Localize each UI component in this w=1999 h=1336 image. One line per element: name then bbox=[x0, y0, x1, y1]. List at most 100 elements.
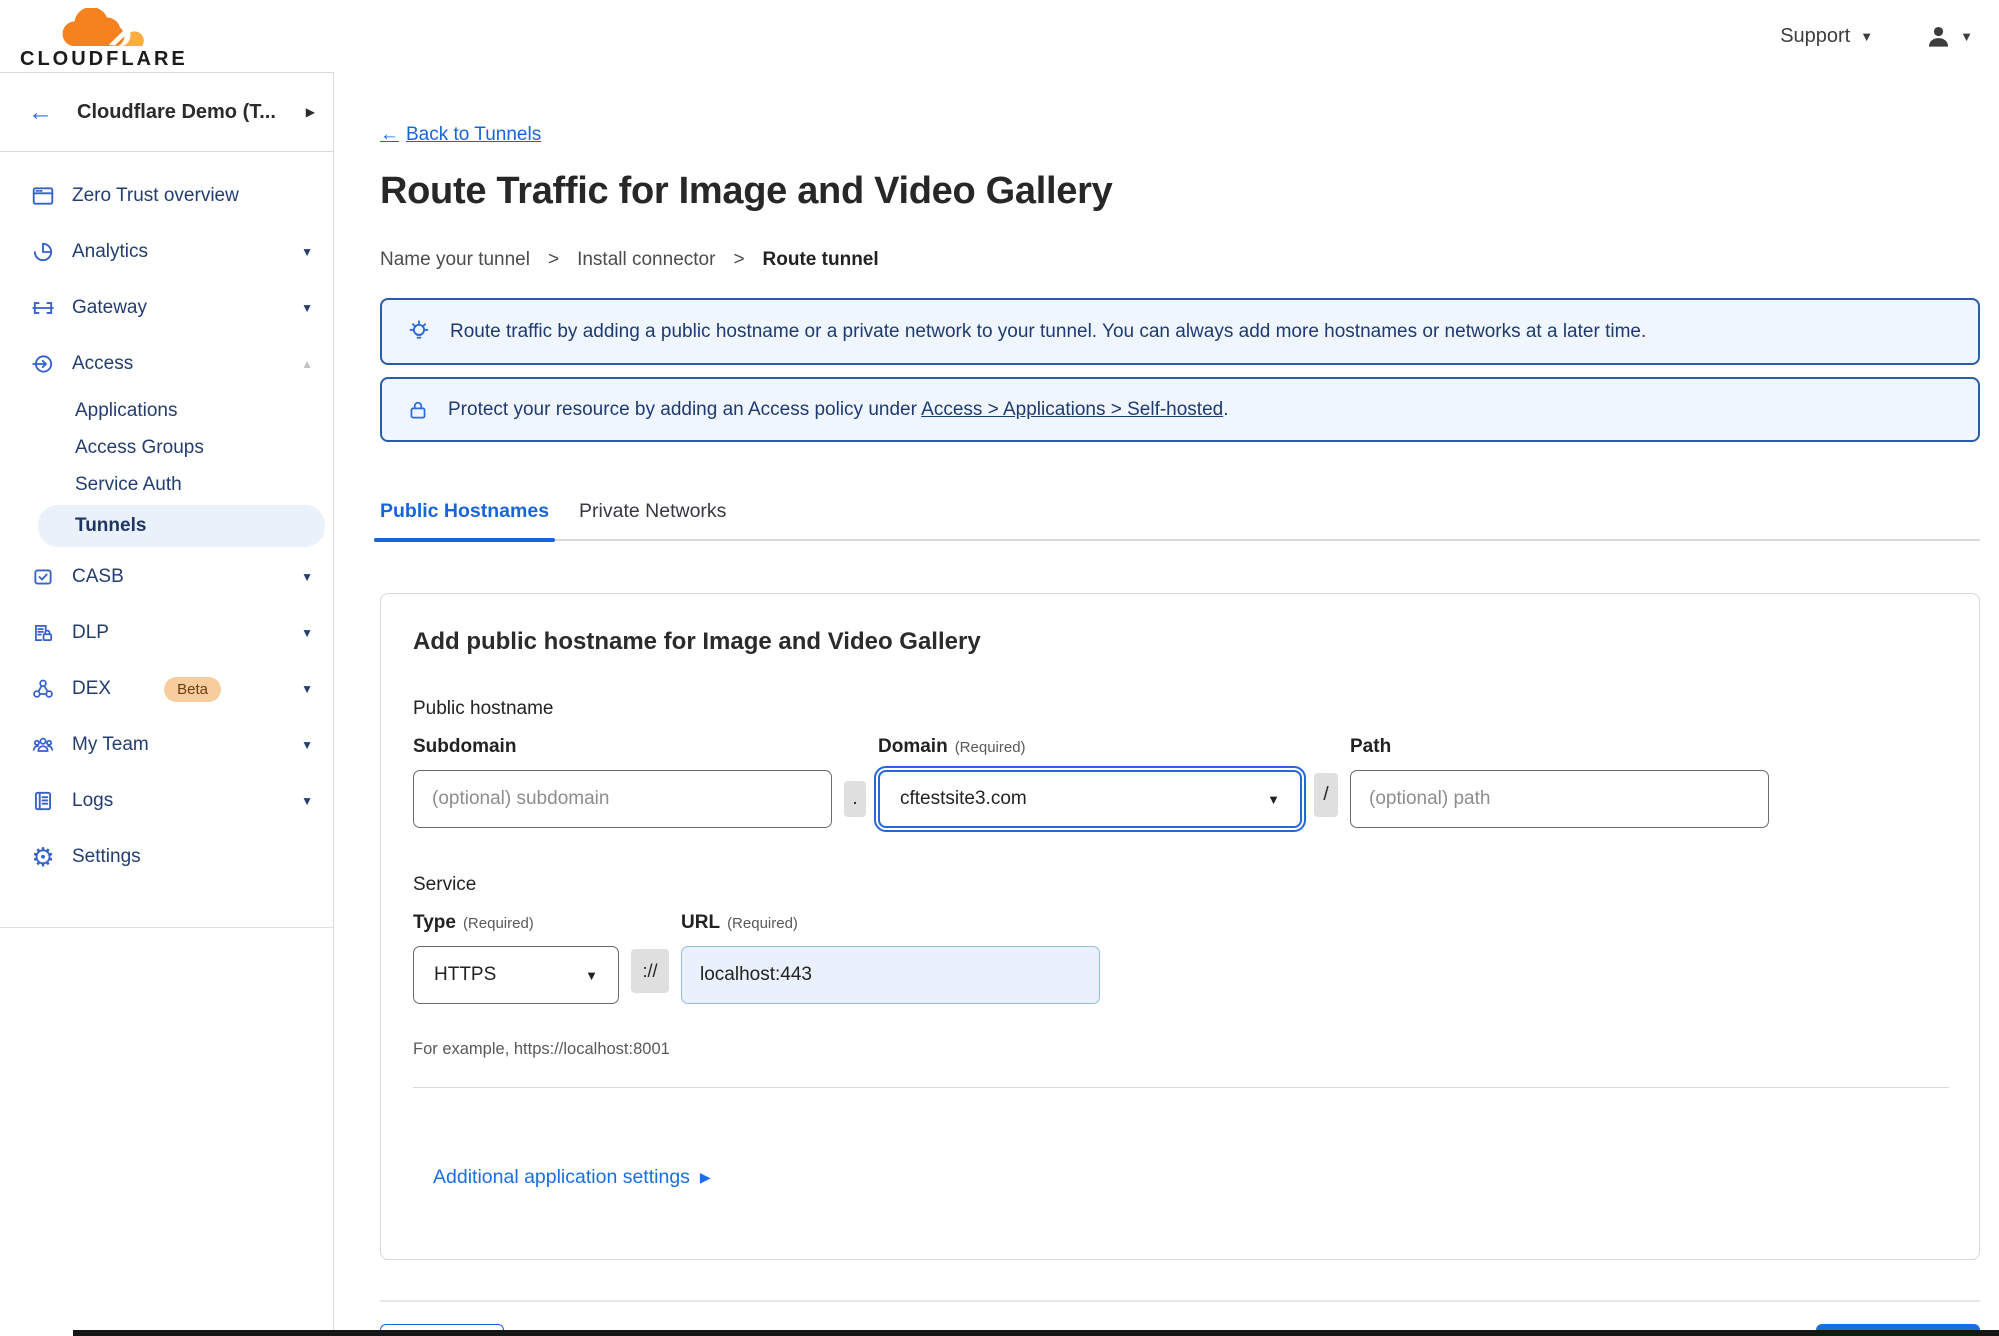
banner-text: Protect your resource by adding an Acces… bbox=[448, 398, 1229, 420]
domain-select[interactable]: cftestsite3.com ▼ bbox=[874, 766, 1306, 832]
chevron-down-icon[interactable]: ▼ bbox=[301, 682, 313, 696]
cloudflare-wordmark: CLOUDFLARE bbox=[20, 47, 188, 70]
wizard-steps: Name your tunnel > Install connector > R… bbox=[380, 249, 1980, 271]
tab-public-hostnames[interactable]: Public Hostnames bbox=[373, 500, 556, 542]
user-menu[interactable]: ▼ bbox=[1925, 23, 1973, 50]
beta-badge: Beta bbox=[164, 676, 221, 702]
lightbulb-icon bbox=[406, 319, 432, 345]
sidebar-item-dlp[interactable]: DLP ▼ bbox=[0, 605, 333, 661]
sidebar-item-service-auth[interactable]: Service Auth bbox=[38, 466, 325, 503]
chevron-right-icon[interactable]: ▶ bbox=[306, 105, 315, 119]
url-example-text: For example, https://localhost:8001 bbox=[413, 1040, 670, 1058]
page-title: Route Traffic for Image and Video Galler… bbox=[380, 170, 1113, 212]
team-icon bbox=[30, 732, 56, 758]
public-hostname-section-label: Public hostname bbox=[413, 698, 554, 719]
domain-select-value: cftestsite3.com bbox=[900, 788, 1027, 809]
path-label: Path bbox=[1350, 736, 1392, 757]
sidebar-item-label: Gateway bbox=[72, 297, 147, 318]
sidebar-item-access[interactable]: Access ▲ bbox=[0, 336, 333, 392]
account-name[interactable]: Cloudflare Demo (T... bbox=[77, 101, 306, 124]
step-separator: > bbox=[547, 249, 560, 270]
document-lock-icon bbox=[30, 620, 56, 646]
sidebar-item-label: Access bbox=[72, 353, 134, 374]
sidebar-item-settings[interactable]: ⚙ Settings bbox=[0, 829, 333, 885]
subdomain-label: Subdomain bbox=[413, 736, 517, 757]
chevron-down-icon: ▼ bbox=[1860, 28, 1874, 44]
chevron-down-icon: ▼ bbox=[1267, 791, 1280, 807]
sidebar-item-label: CASB bbox=[72, 566, 124, 587]
required-hint: (Required) bbox=[727, 915, 798, 932]
service-section-label: Service bbox=[413, 874, 477, 895]
path-input[interactable] bbox=[1350, 770, 1769, 828]
dot-separator: . bbox=[844, 781, 866, 817]
subdomain-input[interactable] bbox=[413, 770, 832, 828]
banner-text: Route traffic by adding a public hostnam… bbox=[450, 320, 1647, 342]
subdomain-field: Subdomain bbox=[413, 736, 832, 828]
slash-separator: / bbox=[1314, 773, 1338, 817]
logs-icon bbox=[30, 788, 56, 814]
sidebar-divider bbox=[0, 927, 333, 928]
chevron-down-icon: ▼ bbox=[1960, 28, 1973, 44]
sidebar-item-analytics[interactable]: Analytics ▼ bbox=[0, 224, 333, 280]
chevron-down-icon[interactable]: ▼ bbox=[301, 570, 313, 584]
sidebar-item-tunnels[interactable]: Tunnels bbox=[38, 505, 325, 547]
chevron-down-icon[interactable]: ▼ bbox=[301, 626, 313, 640]
sidebar-item-label: Logs bbox=[72, 790, 114, 811]
chevron-up-icon[interactable]: ▲ bbox=[301, 357, 313, 371]
service-type-select[interactable]: HTTPS ▼ bbox=[413, 946, 619, 1004]
casb-icon bbox=[30, 564, 56, 590]
sidebar-item-label: Service Auth bbox=[75, 473, 182, 495]
sidebar-item-label: Access Groups bbox=[75, 436, 204, 458]
sidebar-item-dex[interactable]: DEX Beta ▼ bbox=[0, 661, 333, 717]
path-field: Path bbox=[1350, 736, 1769, 828]
sidebar-item-label: Analytics bbox=[72, 241, 149, 262]
sidebar-item-logs[interactable]: Logs ▼ bbox=[0, 773, 333, 829]
service-field-row: Type (Required) HTTPS ▼ :// URL (Required) bbox=[413, 912, 1947, 1004]
type-label: Type (Required) bbox=[413, 912, 534, 933]
sidebar-item-applications[interactable]: Applications bbox=[38, 392, 325, 429]
step-route-tunnel: Route tunnel bbox=[762, 249, 879, 270]
dex-nodes-icon bbox=[30, 676, 56, 702]
step-install-connector: Install connector bbox=[577, 249, 716, 270]
service-url-field: URL (Required) bbox=[681, 912, 1100, 1004]
footer-divider bbox=[380, 1300, 1980, 1302]
sidebar-item-access-groups[interactable]: Access Groups bbox=[38, 429, 325, 466]
public-hostname-card: Add public hostname for Image and Video … bbox=[380, 593, 1980, 1260]
card-heading: Add public hostname for Image and Video … bbox=[413, 628, 981, 655]
domain-label: Domain (Required) bbox=[878, 736, 1026, 757]
additional-application-settings-link[interactable]: Additional application settings ▶ bbox=[433, 1166, 711, 1189]
window-bottom-edge bbox=[73, 1330, 1999, 1336]
service-url-input[interactable] bbox=[681, 946, 1100, 1004]
analytics-icon bbox=[30, 239, 56, 265]
required-hint: (Required) bbox=[954, 739, 1026, 756]
chevron-down-icon[interactable]: ▼ bbox=[301, 794, 313, 808]
domain-field: Domain (Required) cftestsite3.com ▼ bbox=[874, 736, 1306, 832]
required-hint: (Required) bbox=[462, 915, 534, 932]
gateway-icon bbox=[30, 295, 56, 321]
back-to-tunnels-link[interactable]: ← Back to Tunnels bbox=[380, 124, 541, 146]
caret-right-icon: ▶ bbox=[699, 1169, 711, 1185]
back-arrow-icon[interactable]: ← bbox=[28, 99, 53, 125]
sidebar-item-gateway[interactable]: Gateway ▼ bbox=[0, 280, 333, 336]
hostname-field-row: Subdomain . Domain(Required) cftestsite3… bbox=[413, 736, 1947, 832]
tab-private-networks[interactable]: Private Networks bbox=[579, 500, 726, 539]
sidebar-item-zero-trust-overview[interactable]: Zero Trust overview bbox=[0, 168, 333, 224]
browser-window-icon bbox=[30, 183, 56, 209]
info-banner-route-traffic: Route traffic by adding a public hostnam… bbox=[380, 298, 1980, 365]
sidebar-item-label: DEX bbox=[72, 678, 112, 699]
access-applications-self-hosted-link[interactable]: Access > Applications > Self-hosted bbox=[921, 399, 1223, 420]
support-menu[interactable]: Support ▼ bbox=[1780, 25, 1873, 48]
chevron-down-icon[interactable]: ▼ bbox=[301, 301, 313, 315]
sidebar-item-label: Zero Trust overview bbox=[72, 185, 239, 206]
chevron-down-icon[interactable]: ▼ bbox=[301, 245, 313, 259]
user-avatar-icon bbox=[1925, 23, 1952, 50]
card-divider bbox=[413, 1087, 1949, 1088]
sidebar-item-label: DLP bbox=[72, 622, 109, 643]
sidebar-item-my-team[interactable]: My Team ▼ bbox=[0, 717, 333, 773]
sidebar-item-label: Tunnels bbox=[75, 515, 147, 536]
info-banner-access-policy: Protect your resource by adding an Acces… bbox=[380, 377, 1980, 442]
cloudflare-logo[interactable]: CLOUDFLARE bbox=[20, 7, 188, 71]
topbar-right: Support ▼ ▼ bbox=[1780, 23, 1973, 50]
chevron-down-icon[interactable]: ▼ bbox=[301, 738, 313, 752]
sidebar-item-casb[interactable]: CASB ▼ bbox=[0, 549, 333, 605]
